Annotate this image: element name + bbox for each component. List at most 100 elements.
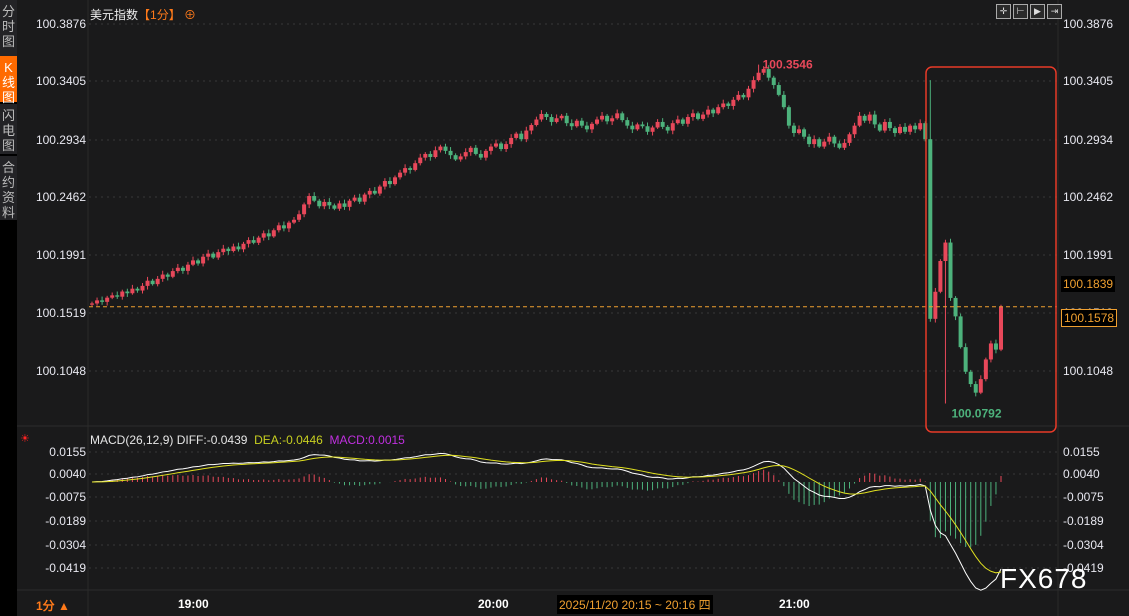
candle-body bbox=[90, 303, 94, 305]
toolbar: ✛ ⊢ ▶ ⇥ bbox=[996, 4, 1062, 19]
macd-value: MACD:0.0015 bbox=[329, 433, 405, 447]
candle-body bbox=[105, 297, 110, 302]
fit-left-icon[interactable]: ⊢ bbox=[1013, 4, 1028, 19]
chart-title: 美元指数【1分】 ⊕ bbox=[90, 6, 196, 23]
candle-body bbox=[488, 146, 493, 151]
candle-body bbox=[206, 253, 211, 257]
candle-body bbox=[837, 143, 842, 148]
indicator-settings-icon[interactable]: ☀ bbox=[20, 432, 30, 445]
candle-body bbox=[776, 85, 781, 95]
time-label: 20:00 bbox=[478, 597, 509, 611]
candle-body bbox=[312, 196, 317, 201]
candle-body bbox=[307, 196, 312, 205]
candle-body bbox=[448, 150, 453, 156]
candle-body bbox=[736, 94, 741, 100]
candle-body bbox=[423, 153, 428, 158]
mark-price-label: 100.1839 bbox=[1061, 276, 1116, 292]
price-tick: 100.2462 bbox=[35, 190, 86, 204]
candle-body bbox=[670, 123, 675, 131]
candle-body bbox=[711, 109, 716, 114]
candle-body bbox=[791, 125, 796, 134]
candle-body bbox=[701, 114, 706, 119]
crosshair-icon[interactable]: ✛ bbox=[996, 4, 1011, 19]
candle-body bbox=[140, 285, 145, 291]
kline-chart[interactable]: 100.3546 100.0792 bbox=[0, 0, 1129, 616]
candle-body bbox=[549, 117, 554, 122]
price-tick: 100.2934 bbox=[35, 133, 86, 147]
candle-body bbox=[524, 130, 529, 140]
candle-body bbox=[685, 117, 690, 124]
candle-body bbox=[120, 291, 125, 297]
candle-body bbox=[261, 233, 266, 238]
symbol-name: 美元指数 bbox=[90, 8, 139, 22]
high-price-label: 100.3546 bbox=[763, 58, 813, 72]
candle-body bbox=[110, 295, 115, 298]
candle-body bbox=[999, 306, 1003, 350]
dea-value: DEA:-0.0446 bbox=[254, 433, 323, 447]
candle-body bbox=[645, 126, 650, 132]
candle-body bbox=[973, 384, 978, 393]
candle-body bbox=[473, 147, 478, 154]
candle-body bbox=[170, 271, 175, 277]
candle-body bbox=[398, 172, 403, 178]
candle-body bbox=[231, 246, 236, 252]
candle-body bbox=[478, 153, 483, 158]
fit-right-icon[interactable]: ⇥ bbox=[1047, 4, 1062, 19]
candle-body bbox=[650, 127, 655, 132]
candle-body bbox=[625, 120, 630, 126]
candle-body bbox=[428, 153, 433, 158]
candle-body bbox=[913, 125, 918, 130]
time-label: 21:00 bbox=[779, 597, 810, 611]
price-tick-right: 100.1048 bbox=[1063, 364, 1114, 378]
candle-body bbox=[807, 136, 812, 145]
candle-body bbox=[534, 119, 539, 126]
macd-tick-right: -0.0304 bbox=[1063, 538, 1104, 552]
candle-body bbox=[595, 119, 599, 124]
candle-body bbox=[367, 190, 372, 195]
price-tick-right: 100.2462 bbox=[1063, 190, 1114, 204]
add-icon[interactable]: ⊕ bbox=[184, 8, 196, 22]
candle-body bbox=[130, 288, 135, 294]
candle-body bbox=[241, 243, 246, 250]
candle-body bbox=[797, 129, 801, 134]
candle-body bbox=[145, 280, 150, 286]
candle-body bbox=[741, 94, 746, 98]
candle-body bbox=[327, 201, 332, 206]
candle-body bbox=[600, 115, 605, 120]
candle-body bbox=[226, 248, 231, 252]
price-tick-right: 100.1991 bbox=[1063, 248, 1114, 262]
candle-body bbox=[125, 291, 130, 294]
candle-body bbox=[903, 126, 908, 132]
candle-body bbox=[382, 181, 387, 187]
candle-body bbox=[716, 107, 721, 114]
candle-body bbox=[640, 124, 645, 127]
candle-body bbox=[918, 123, 923, 130]
candle-body bbox=[786, 107, 791, 126]
candle-body bbox=[519, 133, 524, 140]
candle-body bbox=[928, 139, 933, 319]
macd-tick-right: 0.0040 bbox=[1063, 467, 1100, 481]
candle-body bbox=[413, 163, 418, 170]
macd-title: MACD(26,12,9) bbox=[90, 433, 174, 447]
candle-body bbox=[463, 152, 468, 157]
candle-body bbox=[196, 260, 201, 264]
period-selector[interactable]: 1分 ▲ bbox=[36, 597, 70, 614]
candle-body bbox=[781, 94, 786, 108]
candle-body bbox=[751, 80, 756, 89]
play-icon[interactable]: ▶ bbox=[1030, 4, 1045, 19]
price-tick-right: 100.3405 bbox=[1063, 74, 1114, 88]
candle-body bbox=[372, 190, 377, 194]
candle-body bbox=[281, 225, 286, 229]
period-label[interactable]: 【1分】 bbox=[138, 8, 181, 22]
candle-body bbox=[322, 201, 327, 207]
candle-body bbox=[948, 242, 953, 298]
candle-body bbox=[95, 300, 100, 304]
candle-body bbox=[337, 203, 342, 209]
macd-tick: -0.0304 bbox=[45, 538, 86, 552]
candle-body bbox=[483, 150, 488, 158]
candle-body bbox=[408, 168, 413, 170]
macd-tick-right: 0.0155 bbox=[1063, 445, 1100, 459]
candle-body bbox=[175, 267, 180, 272]
price-tick: 100.1519 bbox=[35, 306, 86, 320]
candle-body bbox=[564, 115, 569, 124]
